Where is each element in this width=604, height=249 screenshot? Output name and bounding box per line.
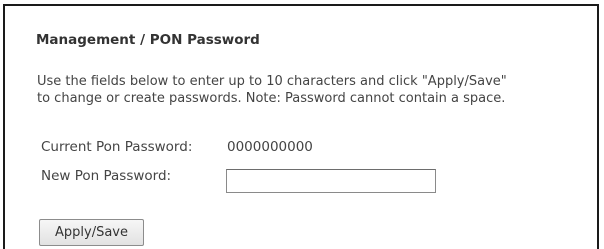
apply-save-button[interactable]: Apply/Save <box>39 219 144 246</box>
current-password-value: 0000000000 <box>227 139 313 155</box>
instructions-line-1: Use the fields below to enter up to 10 c… <box>37 74 507 89</box>
instructions-text: Use the fields below to enter up to 10 c… <box>37 73 507 107</box>
new-password-input[interactable] <box>226 169 436 193</box>
instructions-line-2: to change or create passwords. Note: Pas… <box>37 91 506 106</box>
current-password-label: Current Pon Password: <box>41 139 193 155</box>
page-title: Management / PON Password <box>36 32 260 48</box>
content-frame: Management / PON Password Use the fields… <box>3 4 599 249</box>
new-password-label: New Pon Password: <box>41 168 172 184</box>
